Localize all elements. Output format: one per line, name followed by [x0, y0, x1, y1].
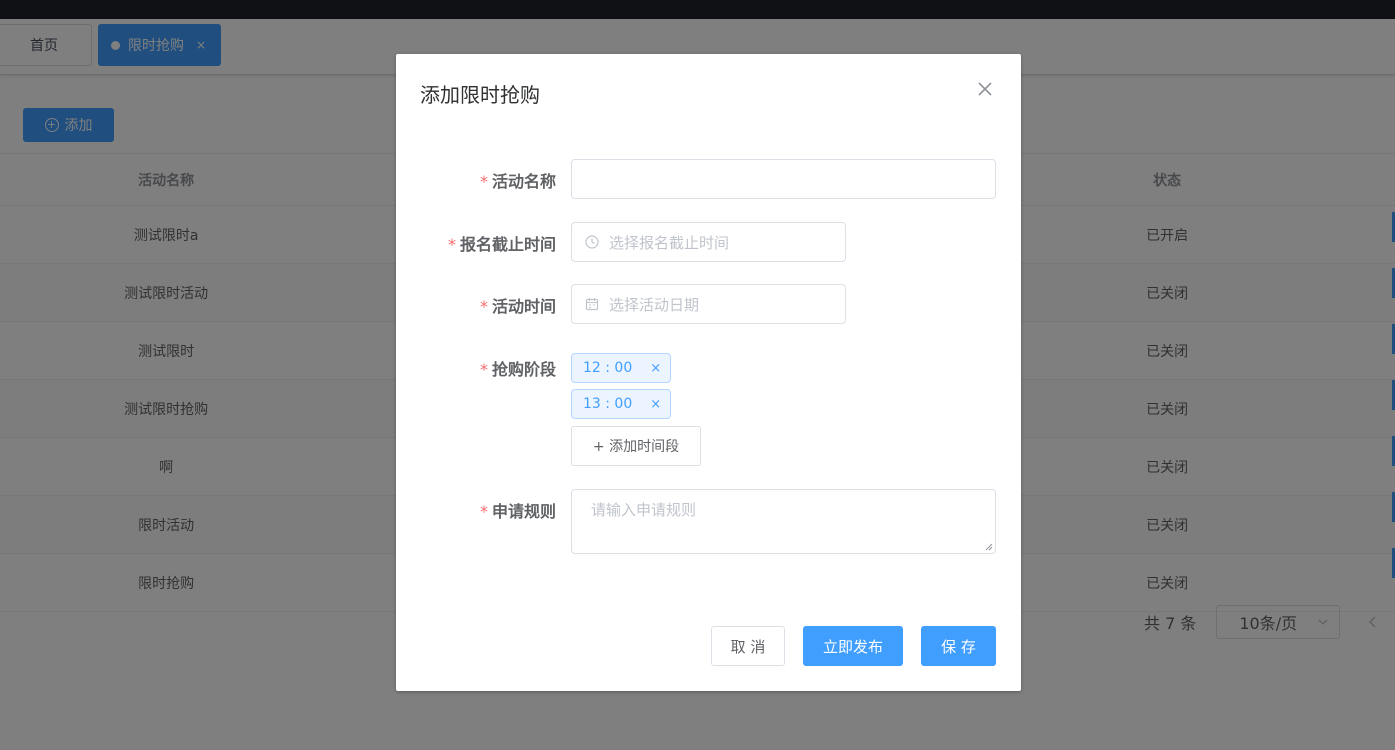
activity-name-input[interactable] [571, 159, 996, 199]
required-mark: * [479, 172, 488, 191]
required-mark: * [479, 297, 488, 316]
save-button[interactable]: 保 存 [921, 626, 996, 666]
field-label-date: * 活动时间 [479, 297, 556, 316]
publish-button[interactable]: 立即发布 [803, 626, 903, 666]
tag-close-icon[interactable]: × [650, 397, 661, 412]
time-slot-label: 13 : 00 [583, 396, 633, 412]
field-label-rules: * 申请规则 [479, 502, 556, 521]
time-slot-label: 12 : 00 [583, 360, 633, 376]
close-icon[interactable] [974, 78, 996, 100]
required-mark: * [479, 502, 488, 521]
add-flash-sale-dialog: 添加限时抢购 * 活动名称 * 报名截止时间 选择报名截止时间 * 活动时间 选择活动… [396, 54, 1021, 691]
resize-grip-icon[interactable] [985, 543, 993, 551]
add-time-slot-button[interactable]: + 添加时间段 [571, 426, 701, 466]
field-label-deadline: * 报名截止时间 [447, 235, 556, 254]
date-placeholder: 选择活动日期 [609, 295, 700, 314]
activity-date-picker[interactable]: 选择活动日期 [571, 284, 846, 324]
calendar-icon [585, 298, 599, 311]
field-label-stages: * 抢购阶段 [479, 360, 556, 379]
rules-placeholder: 请输入申请规则 [591, 501, 697, 519]
time-slot-tag: 13 : 00 × [571, 389, 671, 419]
clock-icon [585, 235, 599, 249]
deadline-time-picker[interactable]: 选择报名截止时间 [571, 222, 846, 262]
deadline-placeholder: 选择报名截止时间 [609, 233, 730, 252]
time-slot-tag: 12 : 00 × [571, 353, 671, 383]
cancel-button[interactable]: 取 消 [711, 626, 785, 666]
tag-close-icon[interactable]: × [650, 361, 661, 376]
field-label-name: * 活动名称 [479, 172, 556, 191]
dialog-title: 添加限时抢购 [420, 83, 540, 107]
required-mark: * [479, 360, 488, 379]
required-mark: * [447, 235, 456, 254]
rules-textarea[interactable]: 请输入申请规则 [571, 489, 996, 554]
